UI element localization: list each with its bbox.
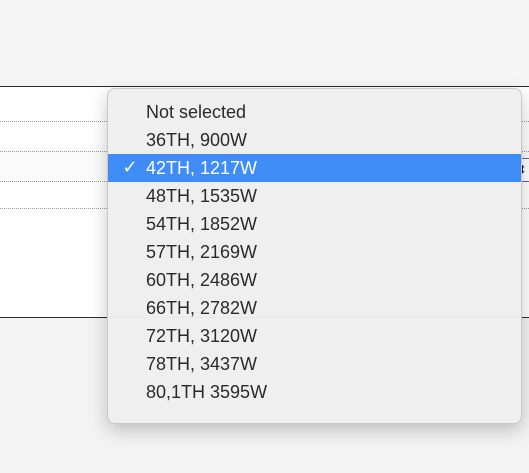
option-label: 54TH, 1852W xyxy=(146,214,258,234)
dropdown-option-66th[interactable]: 66TH, 2782W xyxy=(108,294,521,322)
dropdown-option-54th[interactable]: 54TH, 1852W xyxy=(108,210,521,238)
option-label: 66TH, 2782W xyxy=(146,298,258,318)
option-label: 80,1TH 3595W xyxy=(146,382,268,402)
option-label: 48TH, 1535W xyxy=(146,186,258,206)
option-label: 36TH, 900W xyxy=(146,130,248,150)
dropdown-option-not-selected[interactable]: Not selected xyxy=(108,98,521,126)
dropdown-option-78th[interactable]: 78TH, 3437W xyxy=(108,350,521,378)
dropdown-option-60th[interactable]: 60TH, 2486W xyxy=(108,266,521,294)
dropdown-option-42th[interactable]: ✓ 42TH, 1217W xyxy=(108,154,521,182)
top-background xyxy=(0,0,529,86)
dropdown-option-80-1th[interactable]: 80,1TH 3595W xyxy=(108,378,521,406)
option-label: 72TH, 3120W xyxy=(146,326,258,346)
option-label: 60TH, 2486W xyxy=(146,270,258,290)
dropdown-option-57th[interactable]: 57TH, 2169W xyxy=(108,238,521,266)
option-label: 57TH, 2169W xyxy=(146,242,258,262)
dropdown-option-72th[interactable]: 72TH, 3120W xyxy=(108,322,521,350)
checkmark-icon: ✓ xyxy=(122,157,138,178)
option-label: Not selected xyxy=(146,102,247,122)
option-label: 78TH, 3437W xyxy=(146,354,258,374)
option-label: 42TH, 1217W xyxy=(146,158,258,178)
dropdown-menu[interactable]: Not selected 36TH, 900W ✓ 42TH, 1217W 48… xyxy=(107,88,522,424)
dropdown-option-36th[interactable]: 36TH, 900W xyxy=(108,126,521,154)
dropdown-option-48th[interactable]: 48TH, 1535W xyxy=(108,182,521,210)
